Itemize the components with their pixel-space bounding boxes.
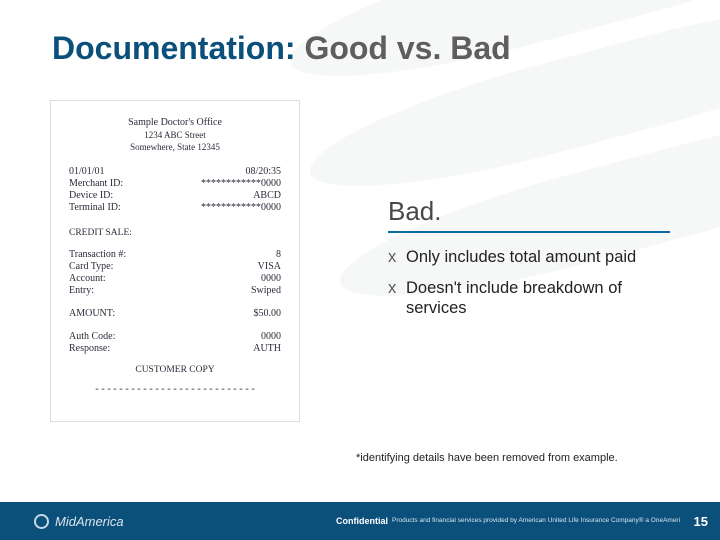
footer-page-number: 15 (694, 514, 708, 529)
right-panel: Bad. x Only includes total amount paid x… (388, 196, 678, 329)
receipt-row: Response:AUTH (69, 343, 281, 354)
receipt-row: Merchant ID:************0000 (69, 178, 281, 189)
receipt-row: Auth Code:0000 (69, 331, 281, 342)
logo-ring-icon (34, 514, 49, 529)
receipt-amount-row: AMOUNT:$50.00 (69, 308, 281, 319)
bullet-text: Only includes total amount paid (406, 247, 678, 268)
receipt-row: 01/01/0108/20:35 (69, 166, 281, 177)
x-icon: x (388, 278, 406, 299)
slide: Documentation: Good vs. Bad Sample Docto… (0, 0, 720, 540)
title-rest: Good vs. Bad (296, 30, 511, 66)
receipt-row: Device ID:ABCD (69, 190, 281, 201)
receipt-row: Entry:Swiped (69, 285, 281, 296)
footer-logo: MidAmerica (34, 514, 124, 529)
bullet-list: x Only includes total amount paid x Does… (388, 247, 678, 319)
bullet-text: Doesn't include breakdown of services (406, 278, 678, 319)
footer-confidential: Confidential (336, 516, 388, 526)
receipt-addr1: 1234 ABC Street (69, 130, 281, 140)
bad-heading: Bad. (388, 196, 670, 233)
title-accent: Documentation: (52, 30, 296, 66)
receipt-dashes: --------------------------- (69, 385, 281, 396)
list-item: x Only includes total amount paid (388, 247, 678, 268)
receipt-row: Transaction #:8 (69, 249, 281, 260)
footnote: *identifying details have been removed f… (356, 452, 618, 464)
slide-title: Documentation: Good vs. Bad (52, 30, 511, 67)
receipt-office-name: Sample Doctor's Office (69, 117, 281, 128)
footer-bar: MidAmerica Confidential Products and fin… (0, 502, 720, 540)
footer-brand: MidAmerica (55, 514, 124, 529)
footer-legal: Products and financial services provided… (392, 517, 680, 524)
list-item: x Doesn't include breakdown of services (388, 278, 678, 319)
receipt-addr2: Somewhere, State 12345 (69, 142, 281, 152)
receipt-row: Terminal ID:************0000 (69, 202, 281, 213)
receipt-row: Card Type:VISA (69, 261, 281, 272)
receipt-row: Account:0000 (69, 273, 281, 284)
receipt-sale-label: CREDIT SALE: (69, 228, 281, 238)
receipt-copy-label: CUSTOMER COPY (69, 365, 281, 375)
receipt-example: Sample Doctor's Office 1234 ABC Street S… (50, 100, 300, 422)
x-icon: x (388, 247, 406, 268)
